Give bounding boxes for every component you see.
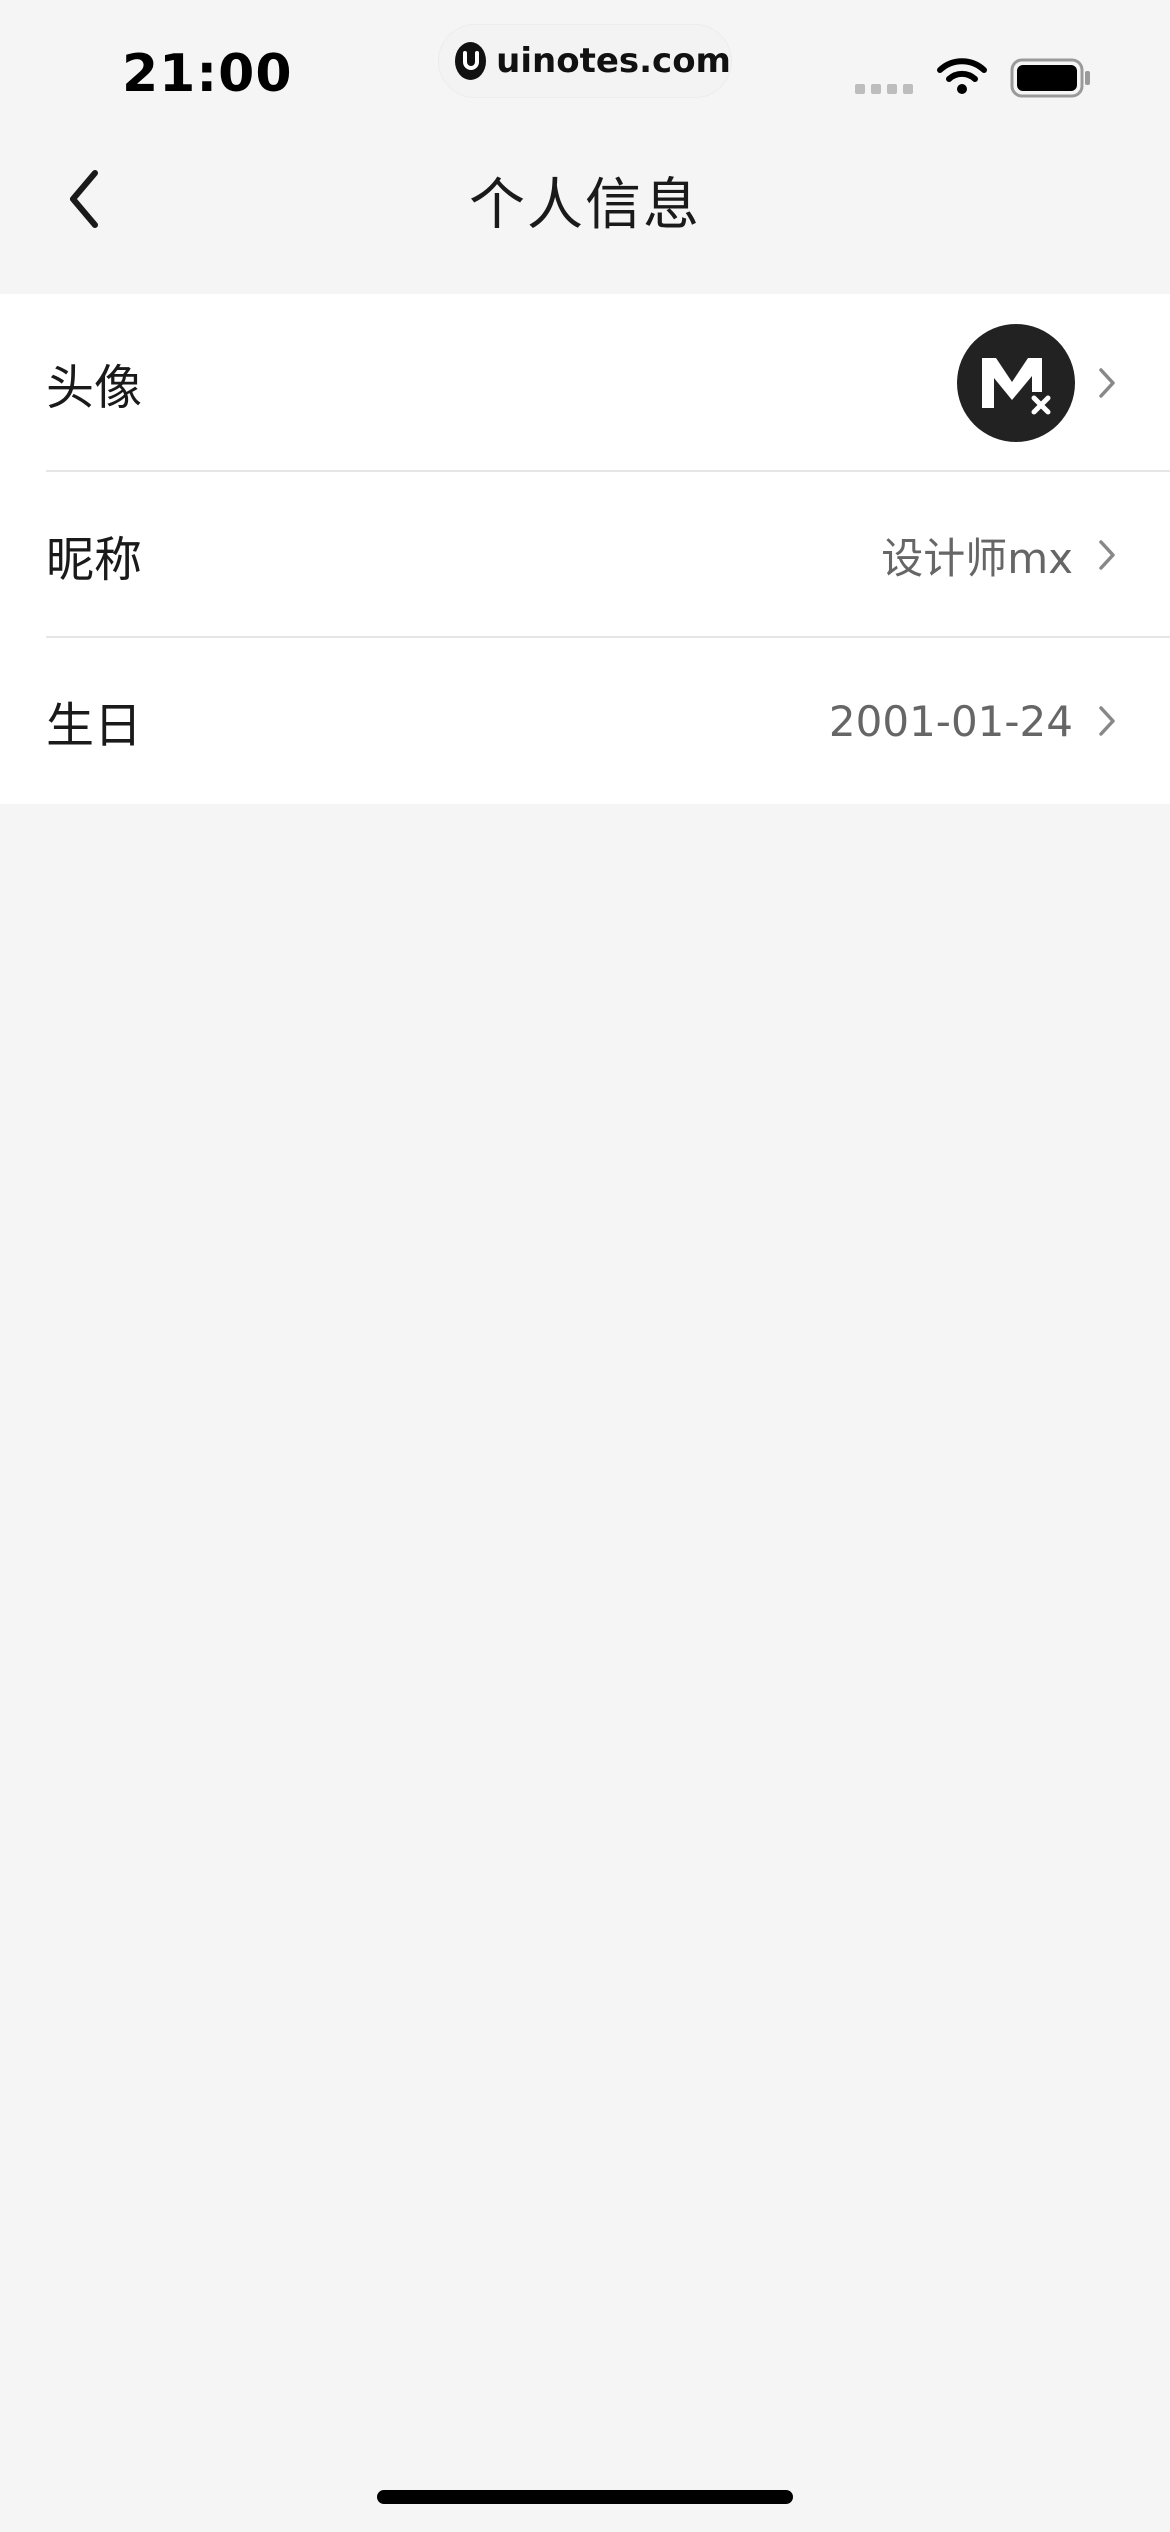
cellular-signal-icon bbox=[855, 84, 913, 94]
navigation-bar: 个人信息 bbox=[0, 150, 1170, 292]
chevron-right-icon bbox=[1092, 535, 1122, 575]
birthday-value: 2001-01-24 bbox=[828, 696, 1073, 746]
nickname-row[interactable]: 昵称 设计师mx bbox=[0, 472, 1170, 638]
avatar bbox=[957, 324, 1075, 442]
battery-icon bbox=[1010, 58, 1092, 102]
birthday-row[interactable]: 生日 2001-01-24 bbox=[0, 638, 1170, 804]
mx-logo-icon bbox=[982, 358, 1051, 415]
status-bar: 21:00 uinotes.com bbox=[0, 0, 1170, 150]
nickname-value: 设计师mx bbox=[881, 533, 1073, 583]
url-text: uinotes.com bbox=[496, 41, 731, 81]
page-title: 个人信息 bbox=[469, 173, 701, 238]
wifi-icon bbox=[936, 56, 988, 100]
home-indicator bbox=[377, 2490, 793, 2504]
row-label-avatar: 头像 bbox=[46, 360, 143, 416]
row-label-birthday: 生日 bbox=[46, 698, 143, 754]
chevron-right-icon bbox=[1092, 363, 1122, 403]
uinotes-logo-icon bbox=[455, 42, 487, 80]
url-pill[interactable]: uinotes.com bbox=[438, 24, 732, 98]
chevron-right-icon bbox=[1092, 701, 1122, 741]
profile-info-list: 头像 昵称 设计师mx 生日 2001-01-24 bbox=[0, 294, 1170, 804]
status-time: 21:00 bbox=[122, 44, 293, 104]
avatar-row[interactable]: 头像 bbox=[0, 294, 1170, 472]
row-label-nickname: 昵称 bbox=[46, 532, 143, 588]
